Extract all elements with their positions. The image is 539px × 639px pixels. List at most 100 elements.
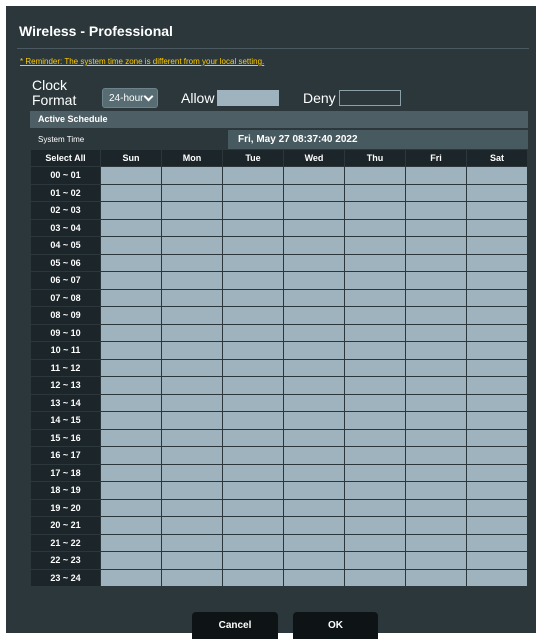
schedule-cell-wed[interactable] bbox=[283, 201, 345, 220]
schedule-cell-sun[interactable] bbox=[100, 288, 162, 307]
schedule-cell-fri[interactable] bbox=[405, 376, 467, 395]
schedule-cell-tue[interactable] bbox=[222, 323, 284, 342]
schedule-cell-fri[interactable] bbox=[405, 323, 467, 342]
schedule-cell-thu[interactable] bbox=[344, 306, 406, 325]
schedule-cell-tue[interactable] bbox=[222, 481, 284, 500]
schedule-cell-fri[interactable] bbox=[405, 358, 467, 377]
time-slot-label[interactable]: 15 ~ 16 bbox=[30, 428, 101, 447]
schedule-cell-tue[interactable] bbox=[222, 446, 284, 465]
schedule-cell-sun[interactable] bbox=[100, 533, 162, 552]
day-header-thu[interactable]: Thu bbox=[344, 149, 406, 167]
schedule-cell-tue[interactable] bbox=[222, 393, 284, 412]
schedule-cell-wed[interactable] bbox=[283, 306, 345, 325]
schedule-cell-thu[interactable] bbox=[344, 393, 406, 412]
schedule-cell-wed[interactable] bbox=[283, 551, 345, 570]
schedule-cell-fri[interactable] bbox=[405, 253, 467, 272]
schedule-cell-mon[interactable] bbox=[161, 183, 223, 202]
schedule-cell-tue[interactable] bbox=[222, 358, 284, 377]
schedule-cell-sun[interactable] bbox=[100, 393, 162, 412]
schedule-cell-tue[interactable] bbox=[222, 166, 284, 185]
schedule-cell-mon[interactable] bbox=[161, 376, 223, 395]
schedule-cell-mon[interactable] bbox=[161, 201, 223, 220]
schedule-cell-sat[interactable] bbox=[466, 183, 528, 202]
time-slot-label[interactable]: 02 ~ 03 bbox=[30, 201, 101, 220]
day-header-mon[interactable]: Mon bbox=[161, 149, 223, 167]
schedule-cell-thu[interactable] bbox=[344, 411, 406, 430]
schedule-cell-sat[interactable] bbox=[466, 446, 528, 465]
time-slot-label[interactable]: 16 ~ 17 bbox=[30, 446, 101, 465]
schedule-cell-thu[interactable] bbox=[344, 323, 406, 342]
schedule-cell-sun[interactable] bbox=[100, 271, 162, 290]
time-slot-label[interactable]: 17 ~ 18 bbox=[30, 463, 101, 482]
schedule-cell-wed[interactable] bbox=[283, 498, 345, 517]
schedule-cell-sat[interactable] bbox=[466, 323, 528, 342]
schedule-cell-wed[interactable] bbox=[283, 393, 345, 412]
time-slot-label[interactable]: 11 ~ 12 bbox=[30, 358, 101, 377]
schedule-cell-sun[interactable] bbox=[100, 166, 162, 185]
schedule-cell-wed[interactable] bbox=[283, 428, 345, 447]
day-header-sat[interactable]: Sat bbox=[466, 149, 528, 167]
schedule-cell-wed[interactable] bbox=[283, 376, 345, 395]
schedule-cell-mon[interactable] bbox=[161, 516, 223, 535]
schedule-cell-sat[interactable] bbox=[466, 376, 528, 395]
schedule-cell-fri[interactable] bbox=[405, 236, 467, 255]
schedule-cell-fri[interactable] bbox=[405, 288, 467, 307]
schedule-cell-tue[interactable] bbox=[222, 568, 284, 587]
schedule-cell-sat[interactable] bbox=[466, 236, 528, 255]
ok-button[interactable]: OK bbox=[293, 612, 378, 639]
time-slot-label[interactable]: 03 ~ 04 bbox=[30, 218, 101, 237]
schedule-cell-tue[interactable] bbox=[222, 498, 284, 517]
schedule-cell-thu[interactable] bbox=[344, 201, 406, 220]
schedule-cell-thu[interactable] bbox=[344, 516, 406, 535]
schedule-cell-thu[interactable] bbox=[344, 533, 406, 552]
schedule-cell-fri[interactable] bbox=[405, 341, 467, 360]
schedule-cell-mon[interactable] bbox=[161, 253, 223, 272]
schedule-cell-mon[interactable] bbox=[161, 271, 223, 290]
schedule-cell-sun[interactable] bbox=[100, 218, 162, 237]
time-slot-label[interactable]: 05 ~ 06 bbox=[30, 253, 101, 272]
schedule-cell-sun[interactable] bbox=[100, 201, 162, 220]
schedule-cell-mon[interactable] bbox=[161, 428, 223, 447]
schedule-cell-sun[interactable] bbox=[100, 323, 162, 342]
schedule-cell-thu[interactable] bbox=[344, 498, 406, 517]
schedule-cell-tue[interactable] bbox=[222, 288, 284, 307]
schedule-cell-tue[interactable] bbox=[222, 341, 284, 360]
schedule-cell-fri[interactable] bbox=[405, 393, 467, 412]
schedule-cell-sat[interactable] bbox=[466, 201, 528, 220]
schedule-cell-thu[interactable] bbox=[344, 183, 406, 202]
schedule-cell-thu[interactable] bbox=[344, 288, 406, 307]
schedule-cell-sun[interactable] bbox=[100, 446, 162, 465]
time-slot-label[interactable]: 12 ~ 13 bbox=[30, 376, 101, 395]
time-slot-label[interactable]: 09 ~ 10 bbox=[30, 323, 101, 342]
schedule-cell-tue[interactable] bbox=[222, 533, 284, 552]
schedule-cell-mon[interactable] bbox=[161, 236, 223, 255]
schedule-cell-wed[interactable] bbox=[283, 481, 345, 500]
schedule-cell-fri[interactable] bbox=[405, 533, 467, 552]
time-slot-label[interactable]: 21 ~ 22 bbox=[30, 533, 101, 552]
schedule-cell-thu[interactable] bbox=[344, 166, 406, 185]
schedule-cell-sat[interactable] bbox=[466, 358, 528, 377]
schedule-cell-mon[interactable] bbox=[161, 166, 223, 185]
schedule-cell-wed[interactable] bbox=[283, 288, 345, 307]
schedule-cell-thu[interactable] bbox=[344, 463, 406, 482]
schedule-cell-tue[interactable] bbox=[222, 376, 284, 395]
schedule-cell-mon[interactable] bbox=[161, 411, 223, 430]
day-header-tue[interactable]: Tue bbox=[222, 149, 284, 167]
schedule-cell-thu[interactable] bbox=[344, 481, 406, 500]
schedule-cell-fri[interactable] bbox=[405, 463, 467, 482]
schedule-cell-thu[interactable] bbox=[344, 551, 406, 570]
schedule-cell-mon[interactable] bbox=[161, 568, 223, 587]
schedule-cell-fri[interactable] bbox=[405, 428, 467, 447]
schedule-cell-wed[interactable] bbox=[283, 463, 345, 482]
schedule-cell-sat[interactable] bbox=[466, 568, 528, 587]
schedule-cell-mon[interactable] bbox=[161, 393, 223, 412]
schedule-cell-tue[interactable] bbox=[222, 218, 284, 237]
schedule-cell-wed[interactable] bbox=[283, 358, 345, 377]
schedule-cell-wed[interactable] bbox=[283, 533, 345, 552]
time-slot-label[interactable]: 18 ~ 19 bbox=[30, 481, 101, 500]
schedule-cell-sun[interactable] bbox=[100, 411, 162, 430]
time-slot-label[interactable]: 00 ~ 01 bbox=[30, 166, 101, 185]
schedule-cell-sun[interactable] bbox=[100, 358, 162, 377]
schedule-cell-wed[interactable] bbox=[283, 516, 345, 535]
schedule-cell-fri[interactable] bbox=[405, 201, 467, 220]
